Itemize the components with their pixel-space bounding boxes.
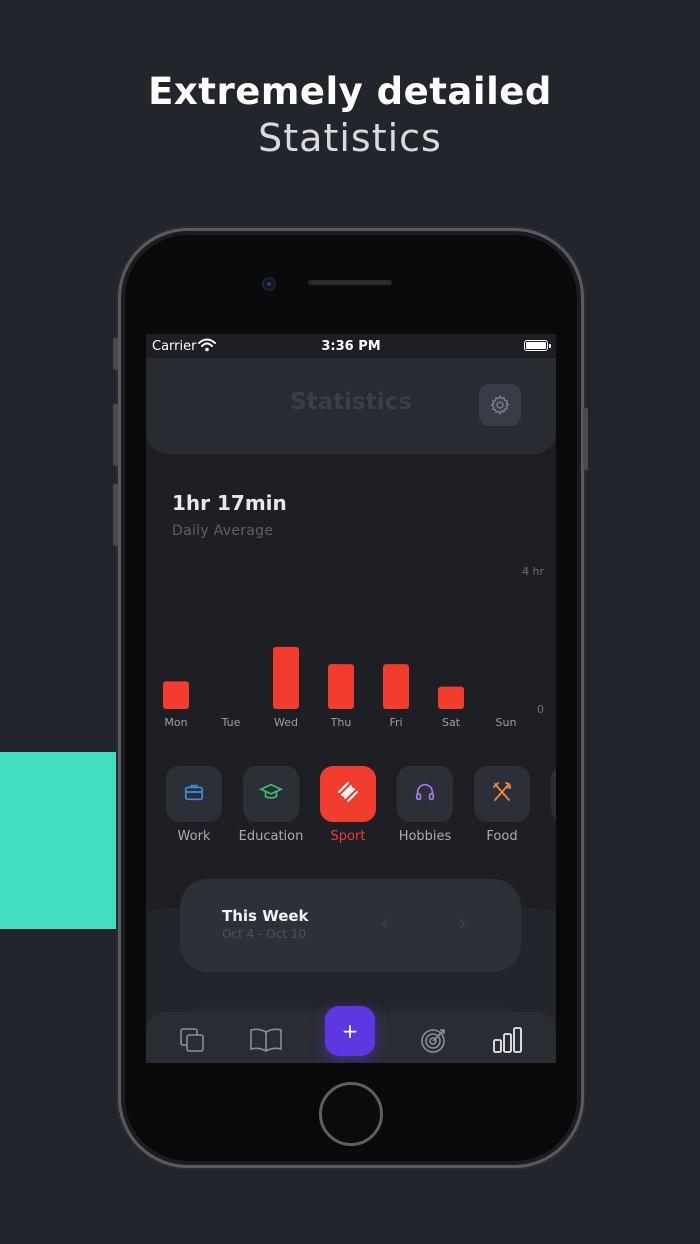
dumbbell-icon xyxy=(334,778,362,810)
category-work-button[interactable] xyxy=(166,766,222,822)
phone-volume-up xyxy=(113,404,118,466)
target-icon xyxy=(421,1029,445,1053)
y-tick-label-1: 0 xyxy=(537,703,544,716)
x-tick-label-tue: Tue xyxy=(221,716,241,729)
tab-pages[interactable] xyxy=(172,1025,212,1055)
category-education[interactable]: Education xyxy=(239,766,303,844)
tab-statistics[interactable] xyxy=(488,1025,528,1055)
bar-fri[interactable] xyxy=(383,664,409,709)
battery-icon xyxy=(524,340,551,351)
x-tick-label-wed: Wed xyxy=(274,716,298,729)
fork-knife-icon xyxy=(490,780,514,808)
daily-average-value: 1hr 17min xyxy=(172,491,287,515)
x-tick-label-sun: Sun xyxy=(496,716,517,729)
week-range: Oct 4 - Oct 10 xyxy=(222,927,306,941)
daily-average-label: Daily Average xyxy=(172,523,274,539)
category-tr-button[interactable] xyxy=(551,766,556,822)
y-tick-label-0: 4 hr xyxy=(522,565,544,578)
category-sport[interactable]: Sport xyxy=(320,766,376,844)
gear-icon xyxy=(490,394,510,416)
weekly-bar-chart: 4 hr 0 Mon Tue Wed Thu Fri Sat Sun xyxy=(163,565,544,729)
headphones-icon xyxy=(413,781,437,807)
x-tick-label-sat: Sat xyxy=(442,716,461,729)
chevron-left-icon[interactable]: ‹ xyxy=(380,911,389,936)
phone-mute-switch xyxy=(113,338,118,370)
category-tr[interactable]: Tr xyxy=(551,766,556,822)
category-education-button[interactable] xyxy=(243,766,299,822)
category-selector: WorkEducationSportHobbiesFoodTr xyxy=(166,766,556,846)
promo-headline: Extremely detailed xyxy=(148,70,552,113)
bar-sat[interactable] xyxy=(438,686,464,709)
tab-goals[interactable] xyxy=(414,1025,454,1055)
home-button[interactable] xyxy=(319,1082,383,1146)
week-title: This Week xyxy=(222,907,309,925)
graduation-cap-icon xyxy=(258,781,284,807)
add-button[interactable]: + xyxy=(325,1006,375,1056)
category-hobbies[interactable]: Hobbies xyxy=(397,766,453,844)
category-food[interactable]: Food xyxy=(474,766,530,844)
status-time: 3:36 PM xyxy=(321,339,381,354)
status-bar: Carrier 3:36 PM xyxy=(146,334,556,358)
bar-thu[interactable] xyxy=(328,664,354,709)
decorative-block xyxy=(0,752,117,929)
week-card: This Week Oct 4 - Oct 10 ‹ › xyxy=(180,879,521,972)
category-food-button[interactable] xyxy=(474,766,530,822)
app-screen: Carrier 3:36 PM Statistics 1hr 17min Dai… xyxy=(146,334,556,1063)
earpiece-speaker xyxy=(308,280,392,285)
tab-journal[interactable] xyxy=(246,1025,286,1055)
bar-mon[interactable] xyxy=(163,681,189,709)
settings-button[interactable] xyxy=(479,384,521,426)
x-tick-label-mon: Mon xyxy=(164,716,187,729)
x-tick-label-fri: Fri xyxy=(389,716,402,729)
briefcase-icon xyxy=(183,781,205,807)
phone-volume-down xyxy=(113,484,118,546)
category-sport-button[interactable] xyxy=(320,766,376,822)
x-tick-label-thu: Thu xyxy=(330,716,352,729)
promo-subline: Statistics xyxy=(258,116,442,160)
category-hobbies-button[interactable] xyxy=(397,766,453,822)
phone-power-button xyxy=(583,408,588,470)
bar-chart-icon xyxy=(493,1027,522,1053)
chevron-right-icon[interactable]: › xyxy=(458,911,467,936)
category-work[interactable]: Work xyxy=(166,766,222,844)
bar-wed[interactable] xyxy=(273,646,299,709)
pages-icon xyxy=(180,1028,204,1052)
front-camera xyxy=(262,277,276,291)
category-label: Tr xyxy=(527,829,556,844)
book-icon xyxy=(250,1028,282,1052)
